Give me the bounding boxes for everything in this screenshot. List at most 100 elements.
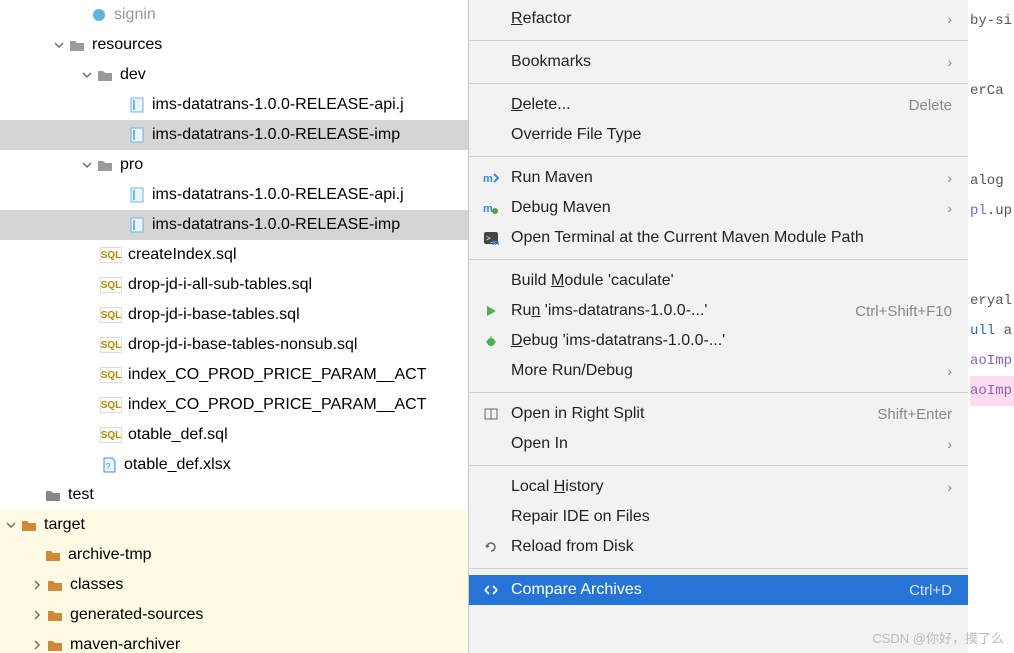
chevron-right-icon[interactable] — [30, 638, 44, 652]
sql-icon: SQL — [100, 367, 122, 383]
menu-separator — [469, 465, 968, 466]
tree-item-generated-sources[interactable]: generated-sources — [0, 600, 468, 630]
tree-label: dev — [120, 66, 146, 84]
tree-item-otablexlsx[interactable]: ? otable_def.xlsx — [0, 450, 468, 480]
tree-item-classes[interactable]: classes — [0, 570, 468, 600]
chevron-right-icon[interactable] — [30, 578, 44, 592]
tree-item-dropall[interactable]: SQL drop-jd-i-all-sub-tables.sql — [0, 270, 468, 300]
editor-content: by-si erCa alog pl.up eryal ull a aoImp … — [970, 0, 1014, 406]
menu-compare-archives[interactable]: Compare Archives Ctrl+D — [469, 575, 968, 605]
folder-icon — [46, 576, 64, 594]
tree-item-createindex[interactable]: SQL createIndex.sql — [0, 240, 468, 270]
tree-item-pro-imp[interactable]: ims-datatrans-1.0.0-RELEASE-imp — [0, 210, 468, 240]
tree-item-dev-imp[interactable]: ims-datatrans-1.0.0-RELEASE-imp — [0, 120, 468, 150]
blank-icon — [481, 271, 501, 291]
menu-open-right-split[interactable]: Open in Right Split Shift+Enter — [469, 399, 968, 429]
tree-label: ims-datatrans-1.0.0-RELEASE-imp — [152, 216, 400, 234]
menu-separator — [469, 156, 968, 157]
folder-icon — [68, 36, 86, 54]
chevron-down-icon[interactable] — [80, 68, 94, 82]
menu-separator — [469, 40, 968, 41]
tree-label: drop-jd-i-all-sub-tables.sql — [128, 276, 312, 294]
svg-text:m: m — [492, 238, 499, 246]
menu-debug-maven[interactable]: m Debug Maven › — [469, 193, 968, 223]
tree-label: ims-datatrans-1.0.0-RELEASE-api.j — [152, 186, 404, 204]
blank-icon — [481, 9, 501, 29]
chevron-down-icon[interactable] — [80, 158, 94, 172]
chevron-right-icon: › — [940, 11, 952, 27]
tree-label: index_CO_PROD_PRICE_PARAM__ACT — [128, 366, 426, 384]
tree-label: otable_def.xlsx — [124, 456, 231, 474]
blank-icon — [481, 477, 501, 497]
menu-override-file-type[interactable]: Override File Type — [469, 120, 968, 150]
chevron-down-icon[interactable] — [4, 518, 18, 532]
split-icon — [481, 404, 501, 424]
file-icon: ? — [100, 456, 118, 474]
code-line: erCa — [970, 76, 1014, 106]
tree-item-indexco1[interactable]: SQL index_CO_PROD_PRICE_PARAM__ACT — [0, 360, 468, 390]
shortcut-label: Ctrl+Shift+F10 — [855, 303, 952, 320]
code-line: ull a — [970, 316, 1014, 346]
tree-item-maven-archiver[interactable]: maven-archiver — [0, 630, 468, 653]
tree-item-test[interactable]: test — [0, 480, 468, 510]
folder-icon — [44, 486, 62, 504]
chevron-down-icon[interactable] — [52, 38, 66, 52]
menu-refactor[interactable]: RRefactorefactor › — [469, 4, 968, 34]
menu-more-run-debug[interactable]: More Run/Debug › — [469, 356, 968, 386]
tree-item-otablesql[interactable]: SQL otable_def.sql — [0, 420, 468, 450]
tree-item-archive-tmp[interactable]: archive-tmp — [0, 540, 468, 570]
menu-bookmarks[interactable]: Bookmarks › — [469, 47, 968, 77]
file-icon — [90, 6, 108, 24]
jar-icon — [128, 186, 146, 204]
chevron-right-icon: › — [940, 54, 952, 70]
blank-icon — [481, 434, 501, 454]
code-line: alog — [970, 166, 1014, 196]
tree-label: otable_def.sql — [128, 426, 228, 444]
tree-item-resources[interactable]: resources — [0, 30, 468, 60]
menu-run-ims[interactable]: Run 'ims-datatrans-1.0.0-...' Ctrl+Shift… — [469, 296, 968, 326]
chevron-right-icon[interactable] — [30, 608, 44, 622]
tree-label: pro — [120, 156, 143, 174]
menu-open-terminal[interactable]: >_m Open Terminal at the Current Maven M… — [469, 223, 968, 253]
jar-icon — [128, 96, 146, 114]
tree-item-indexco2[interactable]: SQL index_CO_PROD_PRICE_PARAM__ACT — [0, 390, 468, 420]
tree-item-dropbase[interactable]: SQL drop-jd-i-base-tables.sql — [0, 300, 468, 330]
tree-item-signin[interactable]: signin — [0, 0, 468, 30]
tree-label: test — [68, 486, 94, 504]
tree-label: signin — [114, 6, 156, 24]
tree-label: classes — [70, 576, 123, 594]
project-tree: signin resources dev ims-datatrans-1.0.0… — [0, 0, 468, 653]
tree-item-dev-api[interactable]: ims-datatrans-1.0.0-RELEASE-api.j — [0, 90, 468, 120]
menu-repair-ide[interactable]: Repair IDE on Files — [469, 502, 968, 532]
folder-icon — [96, 66, 114, 84]
tree-item-dropbase-nonsub[interactable]: SQL drop-jd-i-base-tables-nonsub.sql — [0, 330, 468, 360]
menu-build-module[interactable]: Build Module 'caculate' — [469, 266, 968, 296]
tree-label: drop-jd-i-base-tables-nonsub.sql — [128, 336, 357, 354]
shortcut-label: Shift+Enter — [877, 406, 952, 423]
reload-icon — [481, 537, 501, 557]
menu-run-maven[interactable]: m Run Maven › — [469, 163, 968, 193]
folder-icon — [20, 516, 38, 534]
tree-item-target[interactable]: target — [0, 510, 468, 540]
jar-icon — [128, 216, 146, 234]
sql-icon: SQL — [100, 307, 122, 323]
shortcut-label: Ctrl+D — [909, 582, 952, 599]
maven-icon: m — [481, 168, 501, 188]
menu-debug-ims[interactable]: Debug 'ims-datatrans-1.0.0-...' — [469, 326, 968, 356]
tree-label: generated-sources — [70, 606, 203, 624]
sql-icon: SQL — [100, 277, 122, 293]
menu-delete[interactable]: Delete... Delete — [469, 90, 968, 120]
tree-item-pro[interactable]: pro — [0, 150, 468, 180]
sql-icon: SQL — [100, 247, 122, 263]
tree-item-pro-api[interactable]: ims-datatrans-1.0.0-RELEASE-api.j — [0, 180, 468, 210]
blank-icon — [481, 125, 501, 145]
menu-local-history[interactable]: Local History › — [469, 472, 968, 502]
code-line: aoImp — [970, 376, 1014, 406]
chevron-right-icon: › — [940, 200, 952, 216]
tree-label: maven-archiver — [70, 636, 180, 653]
menu-separator — [469, 568, 968, 569]
tree-item-dev[interactable]: dev — [0, 60, 468, 90]
menu-reload-disk[interactable]: Reload from Disk — [469, 532, 968, 562]
menu-open-in[interactable]: Open In › — [469, 429, 968, 459]
tree-label: index_CO_PROD_PRICE_PARAM__ACT — [128, 396, 426, 414]
